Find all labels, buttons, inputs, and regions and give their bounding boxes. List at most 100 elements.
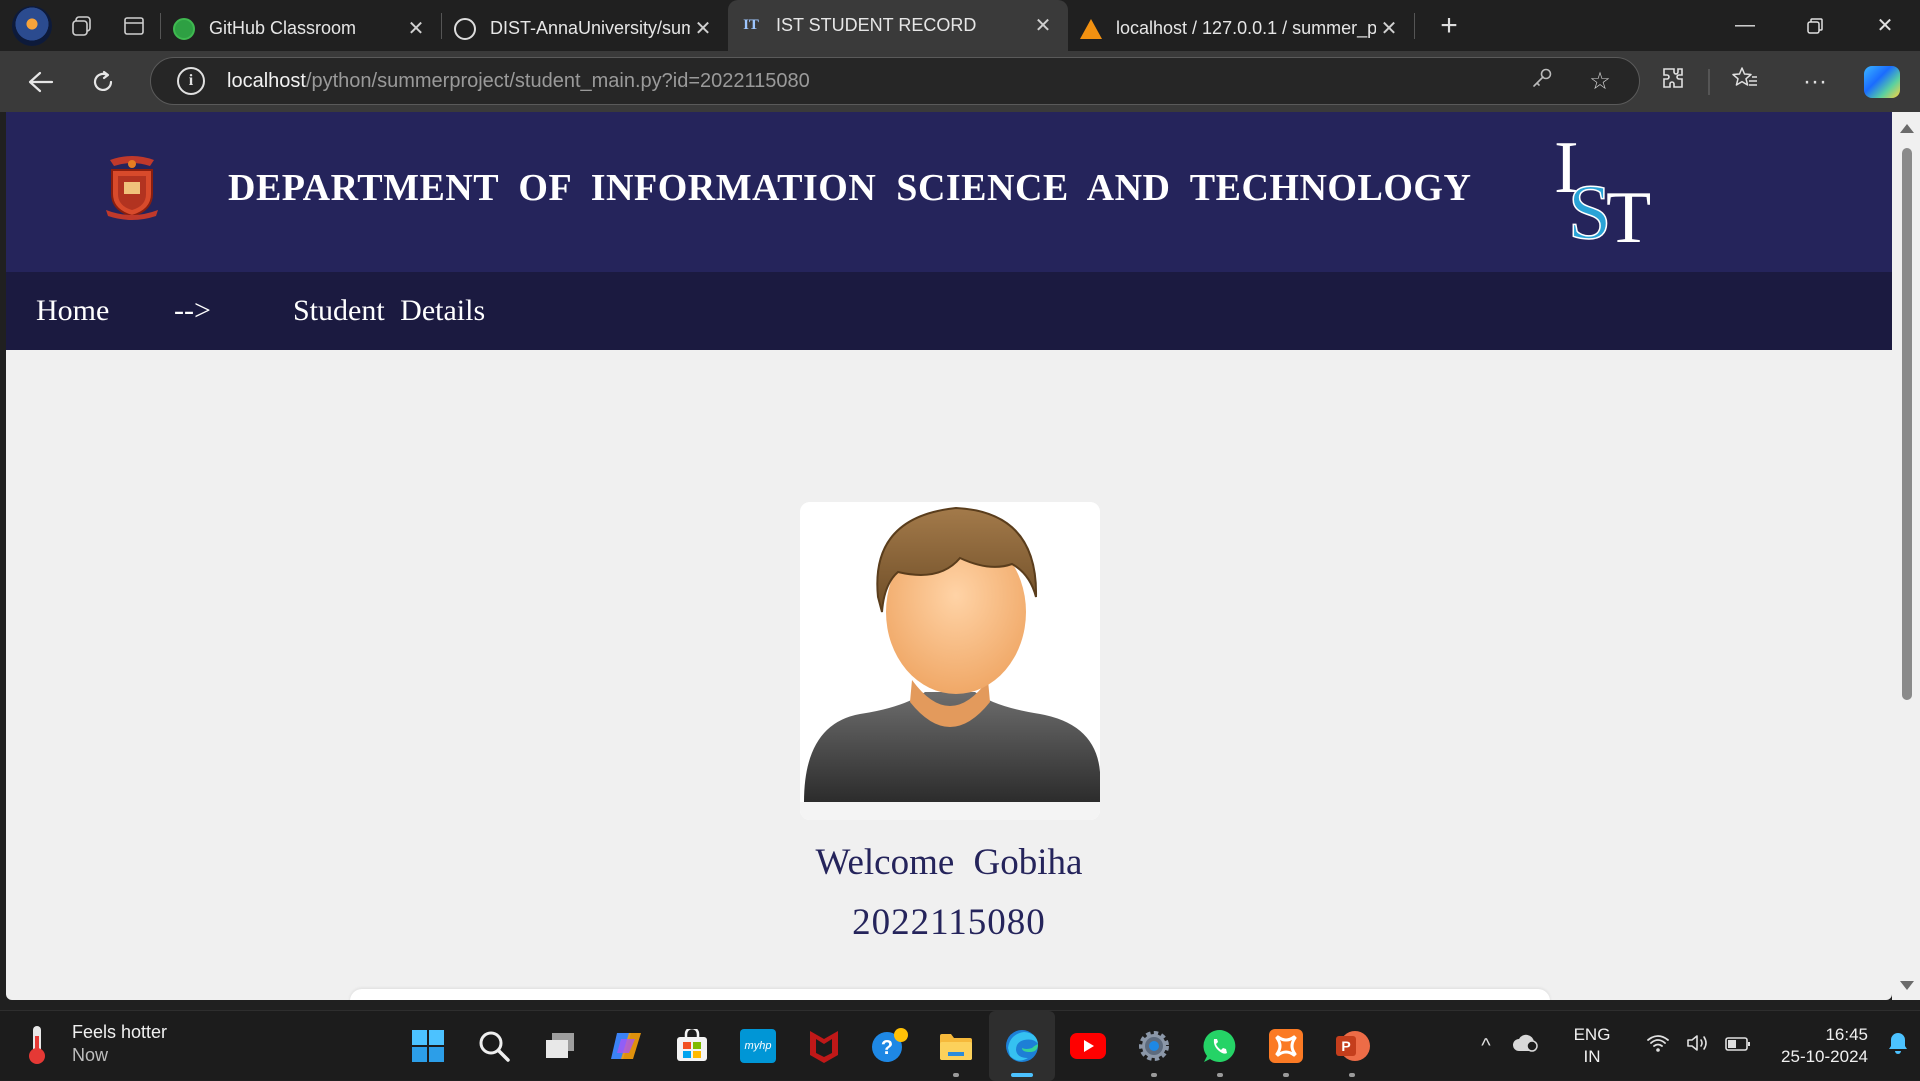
powerpoint-icon[interactable]: P — [1319, 1011, 1385, 1081]
xampp-icon[interactable] — [1253, 1011, 1319, 1081]
user-avatar-icon — [800, 502, 1100, 820]
tab-ist-student-record[interactable]: IT IST STUDENT RECORD ✕ — [728, 0, 1068, 51]
back-arrow-icon[interactable] — [10, 57, 72, 107]
tab-title: localhost / 127.0.0.1 / summer_p — [1116, 18, 1376, 38]
region-code: IN — [1583, 1047, 1601, 1066]
battery-icon[interactable] — [1718, 1035, 1758, 1058]
tab-github-classroom[interactable]: GitHub Classroom ✕ — [161, 9, 441, 49]
weather-subtitle: Now — [72, 1045, 109, 1065]
tab-actions-icon[interactable] — [108, 0, 160, 51]
running-indicator — [1217, 1073, 1223, 1077]
running-indicator — [1349, 1073, 1355, 1077]
svg-text:T: T — [1606, 177, 1651, 256]
running-indicator — [1283, 1073, 1289, 1077]
github-icon — [173, 17, 195, 40]
password-key-icon[interactable] — [1513, 67, 1571, 96]
department-title: DEPARTMENT OF INFORMATION SCIENCE AND TE… — [228, 167, 1472, 209]
wifi-icon[interactable] — [1638, 1033, 1678, 1059]
close-tab-icon[interactable]: ✕ — [1376, 16, 1402, 41]
ist-icon: IT — [743, 17, 759, 33]
notification-bell-icon[interactable] — [1876, 1031, 1920, 1061]
clock-time: 16:45 — [1825, 1025, 1868, 1044]
system-clock[interactable]: 16:45 25-10-2024 — [1758, 1024, 1868, 1068]
page-viewport: DEPARTMENT OF INFORMATION SCIENCE AND TE… — [6, 112, 1892, 1000]
copilot-icon[interactable] — [1864, 65, 1900, 98]
youtube-icon[interactable] — [1055, 1011, 1121, 1081]
tab-title: DIST-AnnaUniversity/summer-in — [490, 18, 690, 38]
extensions-icon[interactable] — [1638, 66, 1708, 97]
browser-tab-strip: GitHub Classroom ✕ DIST-AnnaUniversity/s… — [0, 0, 1920, 51]
mcafee-icon[interactable] — [791, 1011, 857, 1081]
close-tab-icon[interactable]: ✕ — [690, 16, 716, 41]
university-emblem-icon — [106, 156, 158, 220]
profile-avatar-icon[interactable] — [12, 5, 52, 46]
ist-logo: I S T — [1554, 127, 1651, 256]
close-tab-icon[interactable]: ✕ — [1030, 13, 1056, 38]
phpmyadmin-icon — [1080, 18, 1102, 40]
site-header: DEPARTMENT OF INFORMATION SCIENCE AND TE… — [6, 112, 1892, 272]
file-explorer-icon[interactable] — [923, 1011, 989, 1081]
page-scrollbar[interactable] — [1892, 112, 1920, 1000]
clock-date: 25-10-2024 — [1781, 1047, 1868, 1066]
search-icon[interactable] — [461, 1011, 527, 1081]
store-icon[interactable] — [659, 1011, 725, 1081]
nav-student-details[interactable]: Student Details — [293, 294, 485, 328]
task-view-icon[interactable] — [527, 1011, 593, 1081]
site-info-icon[interactable]: i — [177, 67, 205, 95]
tips-icon[interactable]: ? — [857, 1011, 923, 1081]
minimize-icon[interactable]: — — [1710, 0, 1780, 51]
student-register-number: 2022115080 — [852, 902, 1046, 943]
start-icon[interactable] — [395, 1011, 461, 1081]
whatsapp-icon[interactable] — [1187, 1011, 1253, 1081]
language-code: ENG — [1573, 1025, 1611, 1044]
onedrive-weather-icon[interactable] — [1506, 1033, 1546, 1059]
tab-title: GitHub Classroom — [209, 18, 357, 38]
nav-arrow: --> — [174, 294, 211, 327]
workspaces-icon[interactable] — [56, 0, 108, 51]
tab-phpmyadmin[interactable]: localhost / 127.0.0.1 / summer_p ✕ — [1068, 9, 1414, 49]
svg-text:P: P — [1341, 1038, 1350, 1054]
url-host: localhost — [227, 69, 306, 92]
favorites-icon[interactable] — [1710, 66, 1780, 97]
new-tab-button[interactable]: + — [1423, 9, 1475, 43]
favorite-star-icon[interactable]: ☆ — [1571, 67, 1629, 96]
taskbar-apps: myhp ? P — [395, 1011, 1385, 1081]
nav-home-link[interactable]: Home — [36, 294, 109, 328]
url-text[interactable]: localhost/python/summerproject/student_m… — [227, 70, 810, 93]
running-indicator — [953, 1073, 959, 1077]
windows-taskbar: Feels hotter Now myhp ? P ^ ENG IN 16:45… — [0, 1010, 1920, 1081]
student-avatar — [800, 502, 1100, 820]
refresh-icon[interactable] — [72, 57, 134, 107]
volume-icon[interactable] — [1678, 1033, 1718, 1059]
browser-toolbar: i localhost/python/summerproject/student… — [0, 51, 1920, 112]
myhp-icon[interactable]: myhp — [725, 1011, 791, 1081]
settings-icon[interactable] — [1121, 1011, 1187, 1081]
details-card — [350, 989, 1550, 1000]
close-window-icon[interactable]: ✕ — [1850, 0, 1920, 51]
tab-title: IST STUDENT RECORD — [776, 15, 977, 35]
welcome-message: Welcome Gobiha — [6, 841, 1892, 884]
weather-widget[interactable]: Feels hotter Now — [24, 1021, 167, 1067]
active-indicator — [1011, 1073, 1033, 1077]
svg-text:?: ? — [881, 1037, 893, 1059]
tab-dist-annauniversity[interactable]: DIST-AnnaUniversity/summer-in ✕ — [442, 9, 728, 49]
input-language[interactable]: ENG IN — [1560, 1024, 1624, 1068]
scroll-thumb[interactable] — [1902, 148, 1912, 700]
tab-separator — [1414, 12, 1415, 39]
close-tab-icon[interactable]: ✕ — [403, 16, 429, 41]
window-controls: — ✕ — [1710, 0, 1920, 51]
myhp-label: myhp — [740, 1029, 776, 1063]
address-bar[interactable]: i localhost/python/summerproject/student… — [150, 57, 1640, 105]
scroll-up-arrow-icon[interactable] — [1900, 124, 1914, 133]
more-options-icon[interactable]: ··· — [1780, 68, 1850, 96]
copilot-icon[interactable] — [593, 1011, 659, 1081]
url-path: /python/summerproject/student_main.py?id… — [305, 69, 810, 92]
system-tray: ^ ENG IN 16:45 25-10-2024 — [1466, 1011, 1920, 1081]
site-nav-bar: Home --> Student Details — [6, 272, 1892, 350]
edge-icon[interactable] — [989, 1011, 1055, 1081]
student-name: Gobiha — [973, 842, 1083, 883]
restore-icon[interactable] — [1780, 0, 1850, 51]
weather-title: Feels hotter — [72, 1022, 168, 1042]
chevron-up-icon[interactable]: ^ — [1466, 1035, 1506, 1058]
scroll-down-arrow-icon[interactable] — [1900, 981, 1914, 990]
